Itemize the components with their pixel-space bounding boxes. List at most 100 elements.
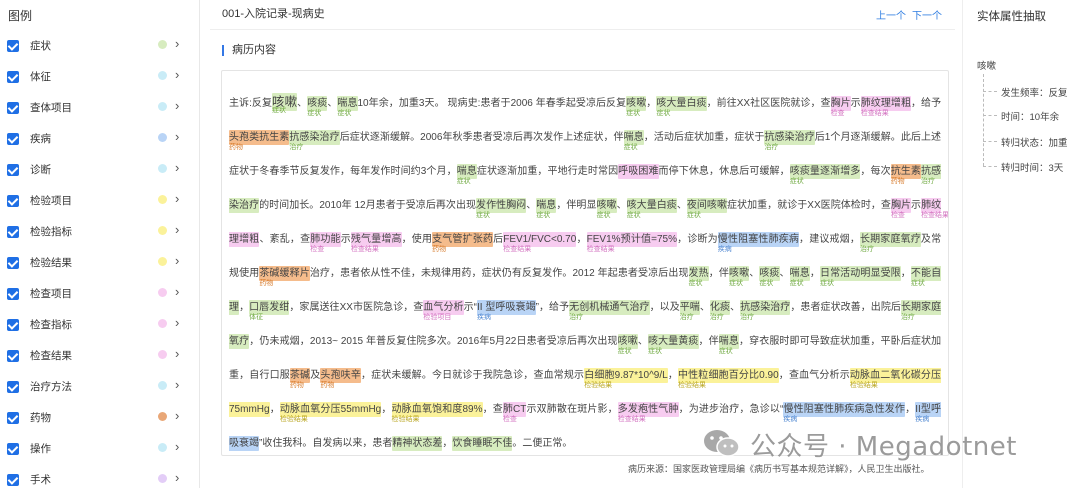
chevron-right-icon[interactable]: ›: [175, 161, 179, 174]
entity-highlight[interactable]: 咳痰 症状: [307, 96, 328, 117]
legend-item[interactable]: 治疗方法 ›: [0, 371, 200, 402]
checkbox[interactable]: [7, 349, 19, 362]
legend-item[interactable]: 诊断 ›: [0, 154, 200, 185]
legend-item[interactable]: 药物 ›: [0, 402, 200, 433]
checkbox[interactable]: [7, 380, 19, 393]
chevron-right-icon[interactable]: ›: [175, 37, 179, 50]
chevron-right-icon[interactable]: ›: [175, 99, 179, 112]
chevron-right-icon[interactable]: ›: [175, 471, 179, 484]
chevron-right-icon[interactable]: ›: [175, 285, 179, 298]
chevron-right-icon[interactable]: ›: [175, 316, 179, 329]
entity-highlight[interactable]: FEV1%预计值=75% 检查结果: [586, 232, 678, 253]
entity-highlight[interactable]: 肺CT 检查: [502, 402, 527, 423]
entity-highlight[interactable]: 长期家庭氧疗 治疗: [859, 232, 921, 253]
chevron-right-icon[interactable]: ›: [175, 347, 179, 360]
checkbox[interactable]: [7, 411, 19, 424]
entity-highlight[interactable]: 动脉血氧分压55mmHg 检验结果: [279, 402, 382, 423]
entity-highlight[interactable]: 口唇发绀 体征: [249, 300, 290, 321]
legend-item[interactable]: 症状 ›: [0, 30, 200, 61]
entity-highlight[interactable]: 饮食睡眠不佳: [452, 436, 513, 451]
entity-highlight[interactable]: 喘息 症状: [789, 266, 810, 287]
entity-highlight[interactable]: 残气量增高 检查结果: [350, 232, 402, 253]
entity-highlight[interactable]: 咳嗽 症状: [617, 334, 638, 355]
entity-highlight[interactable]: 头孢类抗生素 药物: [229, 130, 290, 151]
chevron-right-icon[interactable]: ›: [175, 254, 179, 267]
entity-highlight[interactable]: 胸片 检查: [830, 96, 851, 117]
checkbox[interactable]: [7, 442, 19, 455]
chevron-right-icon[interactable]: ›: [175, 440, 179, 453]
entity-highlight[interactable]: 支气管扩张药 药物: [432, 232, 494, 253]
chevron-right-icon[interactable]: ›: [175, 68, 179, 81]
entity-highlight[interactable]: 茶碱缓释片 药物: [259, 266, 310, 287]
chevron-right-icon[interactable]: ›: [175, 378, 179, 391]
checkbox[interactable]: [7, 287, 19, 300]
entity-highlight[interactable]: 血气分析 检验项目: [423, 300, 464, 321]
entity-highlight[interactable]: 动脉血氧饱和度89% 检验结果: [391, 402, 483, 423]
legend-item[interactable]: 检验指标 ›: [0, 216, 200, 247]
entity-highlight[interactable]: 喘息 症状: [337, 96, 358, 117]
entity-highlight[interactable]: 中性粒细胞百分比0.90 检验结果: [678, 368, 779, 389]
chevron-right-icon[interactable]: ›: [175, 409, 179, 422]
entity-highlight[interactable]: 咳痰 症状: [759, 266, 780, 287]
entity-highlight[interactable]: 精神状态差: [392, 436, 443, 451]
entity-highlight[interactable]: 肺纹理增粗 检查结果: [860, 96, 911, 117]
entity-highlight[interactable]: 白细胞9.87*10^9/L 检验结果: [584, 368, 668, 389]
legend-item[interactable]: 体征 ›: [0, 61, 200, 92]
legend-item[interactable]: 疾病 ›: [0, 123, 200, 154]
entity-highlight[interactable]: 多发疱性气肿 检查结果: [617, 402, 679, 423]
entity-highlight[interactable]: 呼吸困难: [618, 164, 659, 179]
entity-highlight[interactable]: 咳嗽 症状: [272, 93, 298, 114]
entity-highlight[interactable]: 化痰 治疗: [709, 300, 731, 321]
entity-highlight[interactable]: 咳大量白痰 症状: [656, 96, 707, 117]
entity-highlight[interactable]: 平喘 治疗: [679, 300, 700, 321]
chevron-right-icon[interactable]: ›: [175, 130, 179, 143]
entity-highlight[interactable]: 抗生素 药物: [890, 164, 921, 185]
legend-item[interactable]: 检验结果 ›: [0, 247, 200, 278]
entity-highlight[interactable]: 喘息 症状: [536, 198, 557, 219]
entity-highlight[interactable]: II 型呼吸衰竭 疾病: [476, 300, 536, 321]
chevron-right-icon[interactable]: ›: [175, 223, 179, 236]
entity-highlight[interactable]: 抗感染治疗 治疗: [764, 130, 815, 151]
entity-highlight[interactable]: 喘息 症状: [623, 130, 644, 151]
entity-highlight[interactable]: 咳嗽 症状: [626, 96, 647, 117]
checkbox[interactable]: [7, 225, 19, 238]
legend-item[interactable]: 手术 ›: [0, 464, 200, 488]
checkbox[interactable]: [7, 70, 19, 83]
entity-highlight[interactable]: 抗感染治疗 治疗: [289, 130, 340, 151]
entity-highlight[interactable]: 咳大量白痰 症状: [626, 198, 677, 219]
entity-highlight[interactable]: 发热 症状: [688, 266, 709, 287]
entity-highlight[interactable]: 茶碱 药物: [289, 368, 311, 389]
checkbox[interactable]: [7, 101, 19, 114]
legend-item[interactable]: 检验项目 ›: [0, 185, 200, 216]
checkbox[interactable]: [7, 256, 19, 269]
chevron-right-icon[interactable]: ›: [175, 192, 179, 205]
entity-highlight[interactable]: 夜间咳嗽 症状: [686, 198, 728, 219]
previous-button[interactable]: 上一个: [876, 7, 906, 22]
entity-highlight[interactable]: FEV1/FVC<0.70 检查结果: [503, 232, 577, 253]
checkbox[interactable]: [7, 39, 19, 52]
entity-highlight[interactable]: 喘息 症状: [718, 334, 739, 355]
entity-highlight[interactable]: 喘息 症状: [456, 164, 477, 185]
entity-highlight[interactable]: 发作性胸闷 症状: [476, 198, 527, 219]
entity-highlight[interactable]: 胸片 检查: [890, 198, 912, 219]
entity-highlight[interactable]: 咳大量黄痰 症状: [647, 334, 699, 355]
next-button[interactable]: 下一个: [912, 7, 942, 22]
entity-highlight[interactable]: 抗感染治疗 治疗: [740, 300, 791, 321]
legend-item[interactable]: 检查指标 ›: [0, 309, 200, 340]
checkbox[interactable]: [7, 318, 19, 331]
entity-highlight[interactable]: 慢性阻塞性肺疾病 疾病: [717, 232, 800, 253]
checkbox[interactable]: [7, 194, 19, 207]
entity-highlight[interactable]: 咳嗽 症状: [728, 266, 750, 287]
legend-item[interactable]: 检查项目 ›: [0, 278, 200, 309]
entity-highlight[interactable]: 头孢呋辛 药物: [320, 368, 361, 389]
entity-highlight[interactable]: 慢性阻塞性肺疾病急性发作 疾病: [783, 402, 906, 423]
checkbox[interactable]: [7, 163, 19, 176]
checkbox[interactable]: [7, 473, 19, 486]
entity-highlight[interactable]: 咳痰量逐渐增多 症状: [789, 164, 861, 185]
checkbox[interactable]: [7, 132, 19, 145]
legend-item[interactable]: 查体项目 ›: [0, 92, 200, 123]
legend-item[interactable]: 操作 ›: [0, 433, 200, 464]
entity-highlight[interactable]: 咳嗽 症状: [596, 198, 617, 219]
legend-item[interactable]: 检查结果 ›: [0, 340, 200, 371]
entity-highlight[interactable]: 肺功能 检查: [310, 232, 341, 253]
